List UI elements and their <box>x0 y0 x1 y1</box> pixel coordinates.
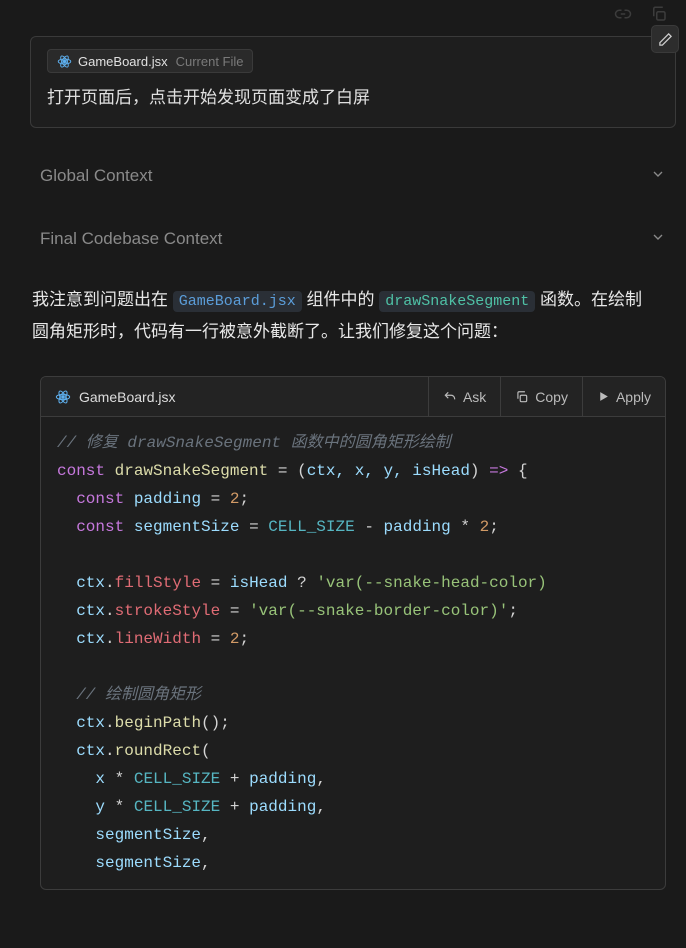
tok: fillStyle <box>115 574 201 592</box>
tok: ctx, x, y, isHead <box>307 462 470 480</box>
code-comment: // 绘制圆角矩形 <box>76 686 201 704</box>
top-icon-row <box>10 5 676 32</box>
button-label: Copy <box>535 389 568 405</box>
copy-icon <box>515 390 529 404</box>
tok: lineWidth <box>115 630 201 648</box>
tok: ctx <box>76 630 105 648</box>
tok: CELL_SIZE <box>134 798 220 816</box>
file-chip-hint: Current File <box>176 54 244 69</box>
section-label: Final Codebase Context <box>40 229 222 249</box>
code-actions: Ask Copy Apply <box>428 377 665 416</box>
react-icon <box>56 53 72 69</box>
user-prompt-box: GameBoard.jsx Current File 打开页面后，点击开始发现页… <box>30 36 676 128</box>
user-prompt-text: 打开页面后，点击开始发现页面变成了白屏 <box>47 85 659 111</box>
tok: CELL_SIZE <box>268 518 354 536</box>
tok: ctx <box>76 714 105 732</box>
code-block-header: GameBoard.jsx Ask Copy Apply <box>41 377 665 417</box>
final-codebase-context-section[interactable]: Final Codebase Context <box>10 215 676 264</box>
tok: strokeStyle <box>115 602 221 620</box>
tok: 'var(--snake-border-color)' <box>249 602 508 620</box>
assistant-response: 我注意到问题出在 GameBoard.jsx 组件中的 drawSnakeSeg… <box>10 278 676 367</box>
play-icon <box>597 390 610 403</box>
chevron-down-icon <box>650 229 666 250</box>
copy-icon[interactable] <box>650 5 668 26</box>
ask-button[interactable]: Ask <box>428 377 500 416</box>
tok: 2 <box>480 518 490 536</box>
tok: segmentSize <box>95 854 201 872</box>
code-block-card: GameBoard.jsx Ask Copy Apply // 修复 drawS… <box>40 376 666 890</box>
tok: ctx <box>76 574 105 592</box>
copy-button[interactable]: Copy <box>500 377 582 416</box>
tok: ctx <box>76 742 105 760</box>
code-content: // 修复 drawSnakeSegment 函数中的圆角矩形绘制 const … <box>41 417 665 889</box>
tok: const <box>76 518 124 536</box>
tok: beginPath <box>115 714 201 732</box>
code-block-title: GameBoard.jsx <box>41 389 428 405</box>
tok: roundRect <box>115 742 201 760</box>
tok: segmentSize <box>95 826 201 844</box>
file-chip-name: GameBoard.jsx <box>78 54 168 69</box>
tok: padding <box>384 518 451 536</box>
global-context-section[interactable]: Global Context <box>10 152 676 201</box>
inline-code-filename: GameBoard.jsx <box>173 291 302 312</box>
text-fragment: 组件中的 <box>302 290 379 309</box>
file-context-chip[interactable]: GameBoard.jsx Current File <box>47 49 253 73</box>
tok: padding <box>249 770 316 788</box>
chevron-down-icon <box>650 166 666 187</box>
tok: 'var(--snake-head-color) <box>316 574 546 592</box>
link-icon[interactable] <box>614 5 632 26</box>
edit-button[interactable] <box>651 25 679 53</box>
tok: const <box>57 462 105 480</box>
text-fragment: 我注意到问题出在 <box>32 290 173 309</box>
tok: ctx <box>76 602 105 620</box>
tok: y <box>95 798 105 816</box>
apply-button[interactable]: Apply <box>582 377 665 416</box>
inline-code-function: drawSnakeSegment <box>379 291 535 312</box>
tok: drawSnakeSegment <box>115 462 269 480</box>
react-icon <box>55 389 71 405</box>
tok: isHead <box>230 574 288 592</box>
code-filename: GameBoard.jsx <box>79 389 175 405</box>
tok: const <box>76 490 124 508</box>
button-label: Apply <box>616 389 651 405</box>
code-comment: // 修复 drawSnakeSegment 函数中的圆角矩形绘制 <box>57 434 451 452</box>
reply-icon <box>443 390 457 404</box>
section-label: Global Context <box>40 166 152 186</box>
button-label: Ask <box>463 389 486 405</box>
tok: CELL_SIZE <box>134 770 220 788</box>
tok: padding <box>134 490 201 508</box>
tok: x <box>95 770 105 788</box>
tok: segmentSize <box>134 518 240 536</box>
tok: padding <box>249 798 316 816</box>
